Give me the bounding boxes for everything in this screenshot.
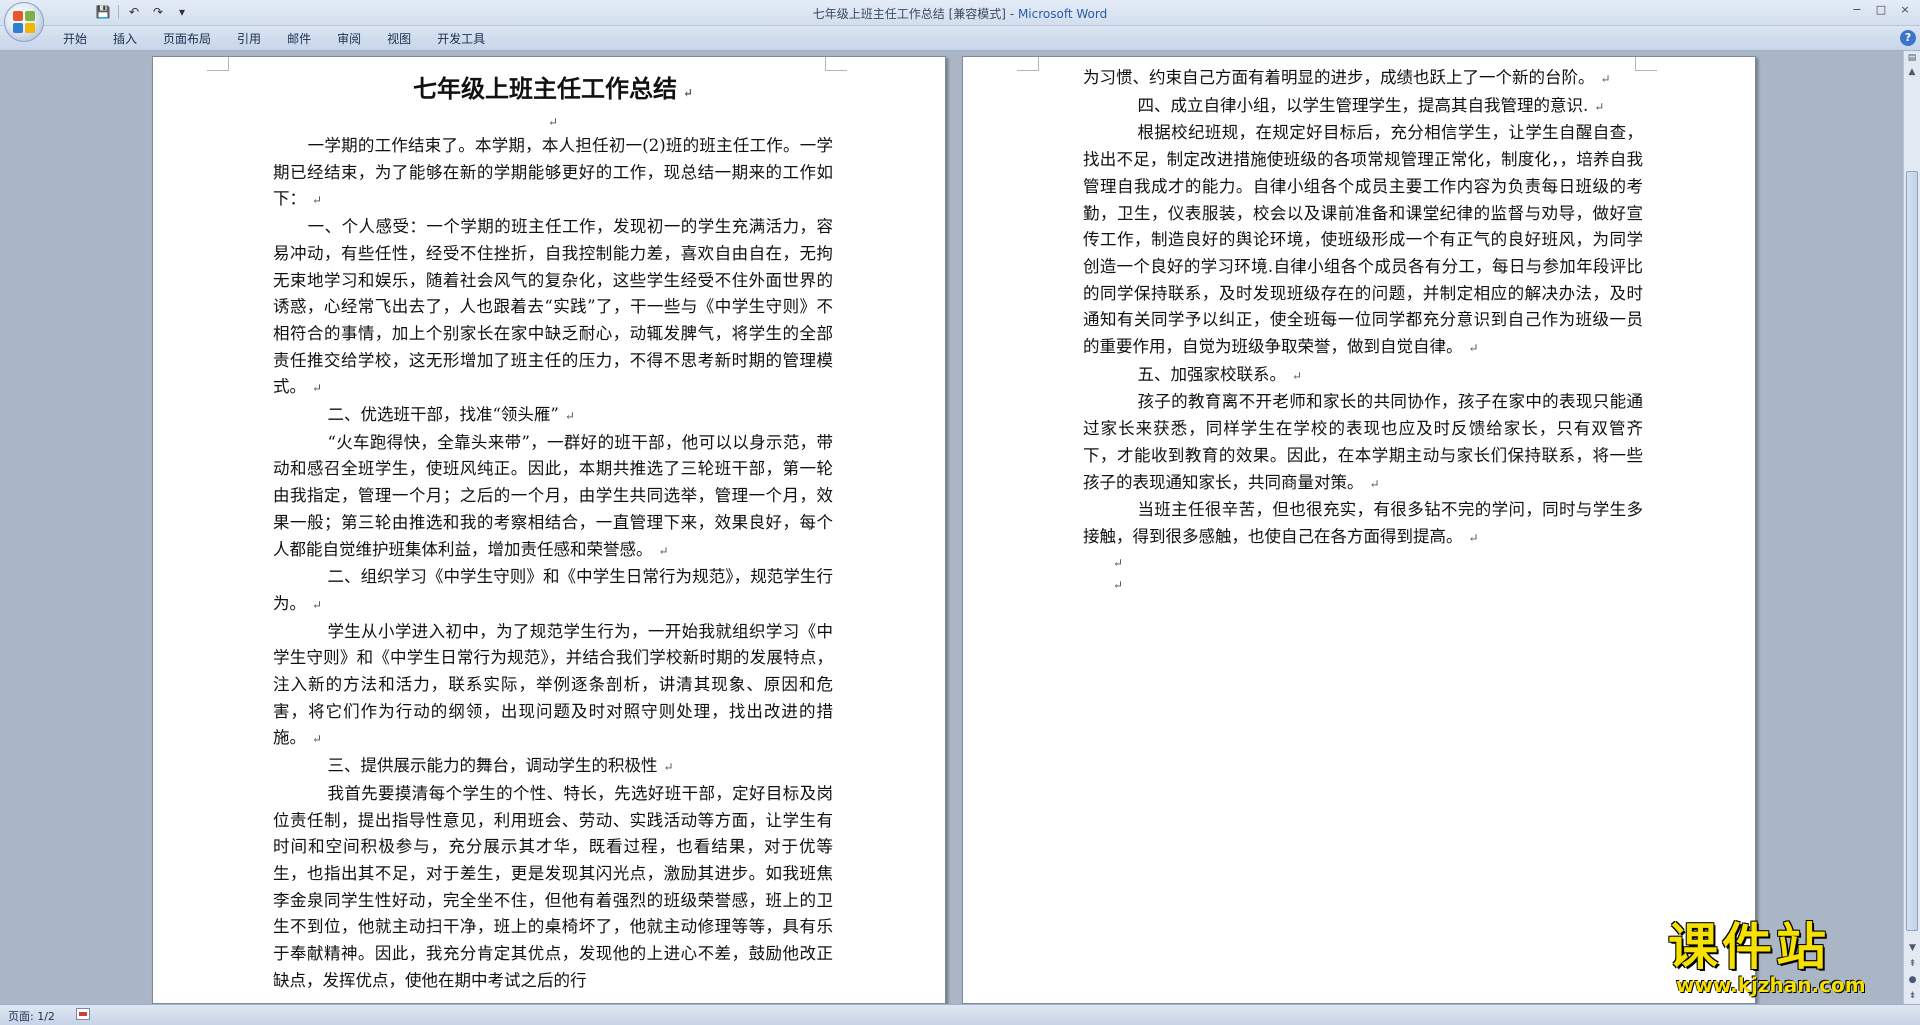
paragraph-mark: ↵ <box>312 597 323 612</box>
margin-corner-mark <box>1017 57 1039 71</box>
window-controls: − □ × <box>1848 2 1914 18</box>
paragraph-text: 三、提供展示能力的舞台，调动学生的积极性 <box>327 756 658 776</box>
window-title-sep: - <box>1005 7 1018 21</box>
paragraph-mark: ↵ <box>1600 72 1611 86</box>
paragraph-mark: ↵ <box>564 409 575 424</box>
page-2-content: 为习惯、约束自己方面有着明显的进步，成绩也跃上了一个新的台阶。 ↵ 四、成立自律小… <box>1083 65 1643 596</box>
title-bar: 💾 ↶ ↷ ▾ 七年级上班主任工作总结 [兼容模式] - Microsoft W… <box>0 0 1920 42</box>
paragraph-mark: ↵ <box>1113 577 1124 592</box>
scroll-up-arrow-icon[interactable]: ▲ <box>1904 65 1920 79</box>
paragraph-mark: ↵ <box>1113 555 1124 570</box>
tab-references[interactable]: 引用 <box>224 30 274 48</box>
ruler-toggle-icon[interactable]: ▤ <box>1904 51 1920 65</box>
tab-insert[interactable]: 插入 <box>100 30 150 48</box>
minimize-button[interactable]: − <box>1848 2 1866 18</box>
section-heading: 五、加强家校联系。 ↵ <box>1083 362 1643 390</box>
tab-home[interactable]: 开始 <box>50 30 100 48</box>
section-heading: 二、组织学习《中学生守则》和《中学生日常行为规范》，规范学生行为。 ↵ <box>273 564 833 618</box>
scroll-bottom-controls: ▼ ⇞ ● ⇟ <box>1904 940 1920 1004</box>
paragraph-text: 孩子的教育离不开老师和家长的共同协作，孩子在家中的表现只能通过家长来获悉，同样学… <box>1083 392 1643 492</box>
scroll-down-arrow-icon[interactable]: ▼ <box>1904 940 1920 956</box>
tab-review[interactable]: 审阅 <box>324 30 374 48</box>
page-count-status[interactable]: 页面: 1/2 <box>8 1008 55 1024</box>
window-title-app: Microsoft Word <box>1017 7 1108 21</box>
paragraph-text: 二、优选班干部，找准“领头雁” <box>327 405 559 425</box>
paragraph-mark: ↵ <box>1291 368 1302 383</box>
maximize-button[interactable]: □ <box>1872 2 1890 18</box>
paragraph-text: 四、成立自律小组，以学生管理学生，提高其自我管理的意识. <box>1137 95 1589 115</box>
watermark-url-text: www.kjzhan.com <box>1676 973 1866 997</box>
paragraph-text: 当班主任很辛苦，但也很充实，有很多钻不完的学问，同时与学生多接触，得到很多感触，… <box>1083 500 1643 546</box>
page-1-content: 七年级上班主任工作总结 ↵ ↵ 一学期的工作结束了。本学期，本人担任初一(2)班的… <box>273 65 833 995</box>
paragraph-text: “火车跑得快，全靠头来带”，一群好的班干部，他可以以身示范，带动和感召全班学生，… <box>273 432 833 559</box>
paragraph-mark: ↵ <box>1594 99 1605 114</box>
paragraph-mark: ↵ <box>1468 341 1479 356</box>
ribbon: 开始 插入 页面布局 引用 邮件 审阅 视图 开发工具 ? <box>0 26 1920 51</box>
paragraph: 一学期的工作结束了。本学期，本人担任初一(2)班的班主任工作。一学期已经结束，为… <box>273 133 833 214</box>
document-page-2[interactable]: 为习惯、约束自己方面有着明显的进步，成绩也跃上了一个新的台阶。 ↵ 四、成立自律小… <box>962 56 1756 1004</box>
paragraph-text: 学生从小学进入初中，为了规范学生行为，一开始我就组织学习《中学生守则》和《中学生… <box>273 621 833 748</box>
status-bar: 页面: 1/2 <box>0 1004 1920 1025</box>
watermark-main-text: 课件站 <box>1668 918 1830 976</box>
paragraph: 根据校纪班规，在规定好目标后，充分相信学生，让学生自醒自查，找出不足，制定改进措… <box>1083 120 1643 361</box>
scrollbar-thumb[interactable] <box>1906 171 1918 931</box>
section-heading: 四、成立自律小组，以学生管理学生，提高其自我管理的意识. ↵ <box>1083 93 1643 121</box>
select-browse-object-icon[interactable]: ● <box>1904 972 1920 988</box>
office-logo-icon <box>13 11 35 33</box>
paragraph-text: 二、组织学习《中学生守则》和《中学生日常行为规范》，规范学生行为。 <box>273 567 833 613</box>
tab-developer[interactable]: 开发工具 <box>424 30 498 48</box>
paragraph-text: 一学期的工作结束了。本学期，本人担任初一(2)班的班主任工作。一学期已经结束，为… <box>273 136 833 209</box>
paragraph: “火车跑得快，全靠头来带”，一群好的班干部，他可以以身示范，带动和感召全班学生，… <box>273 430 833 565</box>
paragraph-mark: ↵ <box>312 732 323 747</box>
next-page-icon[interactable]: ⇟ <box>1904 988 1920 1004</box>
site-watermark-logo: 课件站 www.kjzhan.com <box>1668 920 1904 1000</box>
close-button[interactable]: × <box>1896 2 1914 18</box>
help-icon[interactable]: ? <box>1900 30 1916 46</box>
paragraph-mark: ↵ <box>547 115 559 129</box>
paragraph: 当班主任很辛苦，但也很充实，有很多钻不完的学问，同时与学生多接触，得到很多感触，… <box>1083 497 1643 551</box>
paragraph-text: 我首先要摸清每个学生的个性、特长，先选好班干部，定好目标及岗位责任制，提出指导性… <box>273 783 833 990</box>
paragraph-mark: ↵ <box>1468 530 1479 545</box>
paragraph-text: 根据校纪班规，在规定好目标后，充分相信学生，让学生自醒自查，找出不足，制定改进措… <box>1083 123 1643 357</box>
paragraph-text: 一、个人感受：一个学期的班主任工作，发现初一的学生充满活力，容易冲动，有些任性，… <box>273 217 833 397</box>
paragraph-mark: ↵ <box>1369 476 1380 491</box>
paragraph: 孩子的教育离不开老师和家长的共同协作，孩子在家中的表现只能通过家长来获悉，同样学… <box>1083 389 1643 497</box>
previous-page-icon[interactable]: ⇞ <box>1904 956 1920 972</box>
tab-mailings[interactable]: 邮件 <box>274 30 324 48</box>
paragraph-mark: ↵ <box>312 381 323 396</box>
ribbon-tabs: 开始 插入 页面布局 引用 邮件 审阅 视图 开发工具 <box>50 30 498 48</box>
tab-page-layout[interactable]: 页面布局 <box>150 30 224 48</box>
document-page-1[interactable]: 七年级上班主任工作总结 ↵ ↵ 一学期的工作结束了。本学期，本人担任初一(2)班的… <box>152 56 946 1004</box>
paragraph-text: 五、加强家校联系。 <box>1137 364 1286 384</box>
paragraph-text: 为习惯、约束自己方面有着明显的进步，成绩也跃上了一个新的台阶。 <box>1083 68 1595 87</box>
margin-corner-mark <box>207 57 229 71</box>
paragraph-mark: ↵ <box>312 193 323 208</box>
paragraph-mark: ↵ <box>658 543 669 558</box>
office-button[interactable] <box>4 2 44 42</box>
proofing-status-icon[interactable] <box>76 1008 90 1020</box>
section-heading: 三、提供展示能力的舞台，调动学生的积极性 ↵ <box>273 753 833 781</box>
window-title-doc: 七年级上班主任工作总结 [兼容模式] <box>812 7 1006 21</box>
document-title: 七年级上班主任工作总结 ↵ <box>273 71 833 111</box>
vertical-scrollbar[interactable]: ▤ ▲ ▼ ⇞ ● ⇟ <box>1903 51 1920 1004</box>
paragraph: 我首先要摸清每个学生的个性、特长，先选好班干部，定好目标及岗位责任制，提出指导性… <box>273 781 833 995</box>
window-title: 七年级上班主任工作总结 [兼容模式] - Microsoft Word <box>0 5 1920 22</box>
paragraph-mark: ↵ <box>682 86 694 100</box>
document-title-text: 七年级上班主任工作总结 <box>412 74 677 103</box>
paragraph: 一、个人感受：一个学期的班主任工作，发现初一的学生充满活力，容易冲动，有些任性，… <box>273 214 833 402</box>
tab-view[interactable]: 视图 <box>374 30 424 48</box>
paragraph: 学生从小学进入初中，为了规范学生行为，一开始我就组织学习《中学生守则》和《中学生… <box>273 619 833 754</box>
paragraph: 为习惯、约束自己方面有着明显的进步，成绩也跃上了一个新的台阶。 ↵ <box>1083 65 1643 93</box>
document-workspace: 七年级上班主任工作总结 ↵ ↵ 一学期的工作结束了。本学期，本人担任初一(2)班的… <box>0 51 1920 1004</box>
section-heading: 二、优选班干部，找准“领头雁” ↵ <box>273 402 833 430</box>
paragraph-mark: ↵ <box>663 760 674 775</box>
